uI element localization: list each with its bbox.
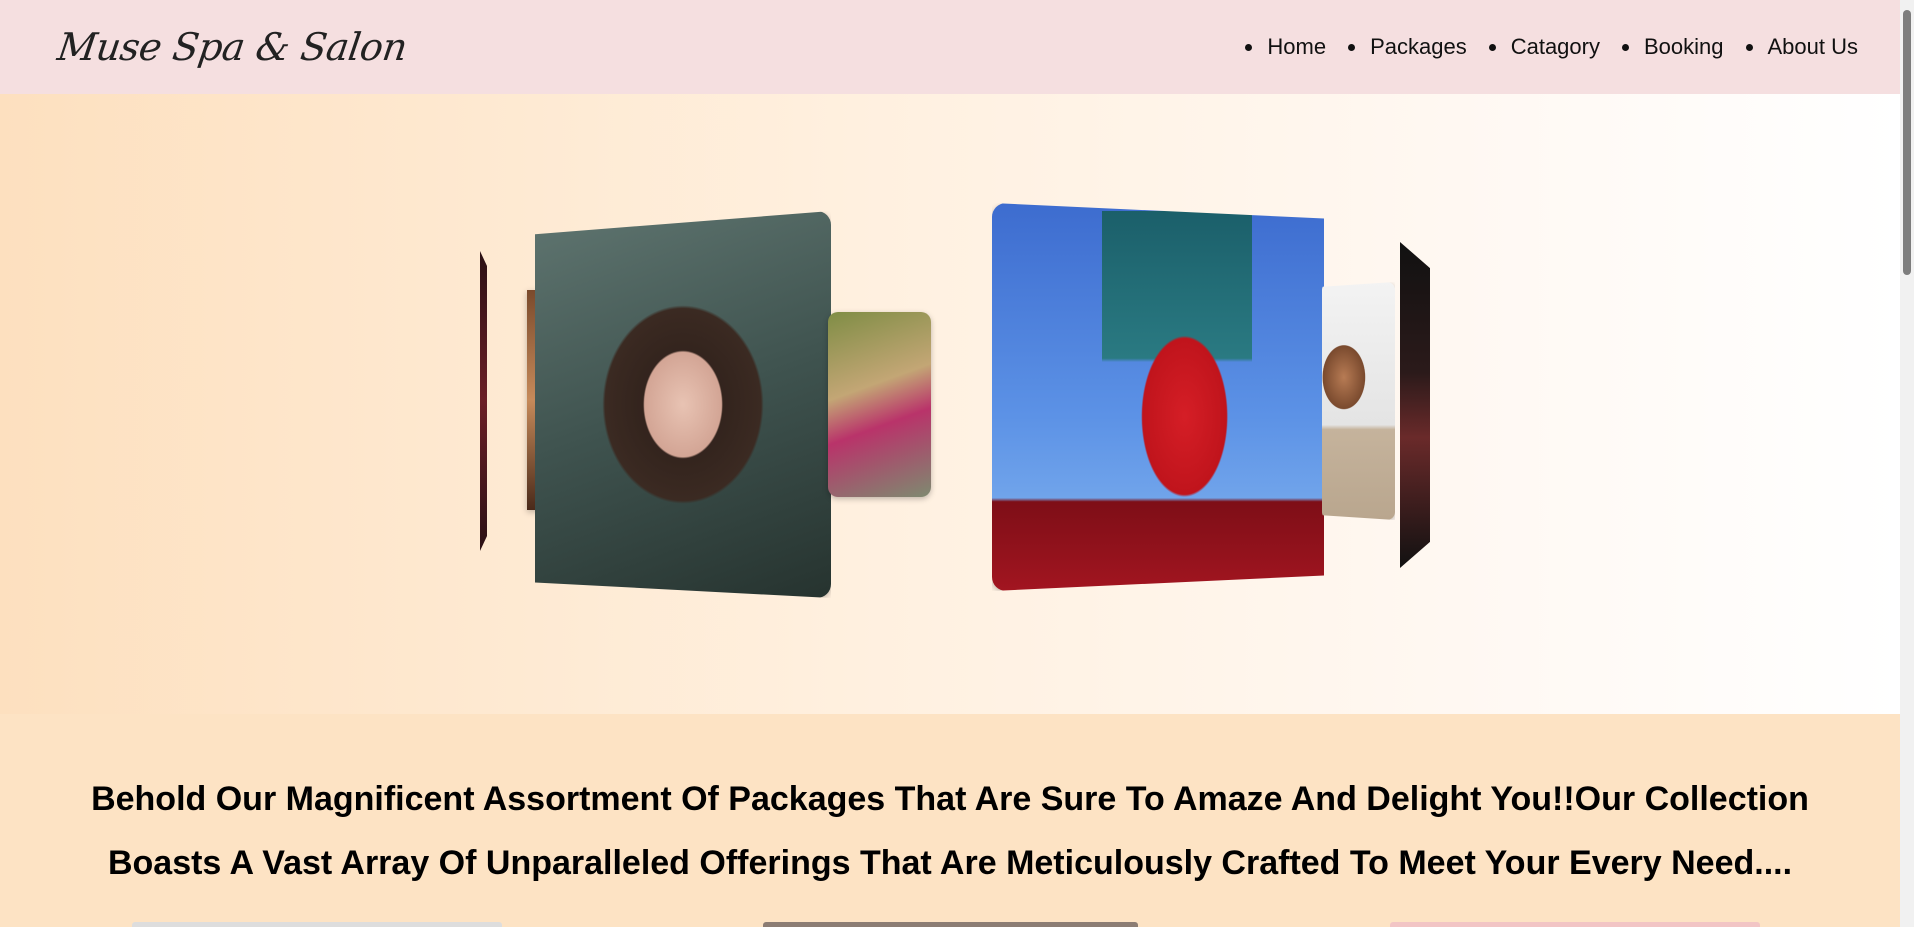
nav-item-packages[interactable]: Packages xyxy=(1348,34,1467,60)
carousel-image-far-left[interactable] xyxy=(480,251,487,551)
nav-item-category[interactable]: Catagory xyxy=(1488,34,1600,60)
nav-item-booking[interactable]: Booking xyxy=(1621,34,1724,60)
carousel-image-far-right[interactable] xyxy=(1400,242,1430,568)
packages-intro: Behold Our Magnificent Assortment Of Pac… xyxy=(0,714,1900,927)
nav-item-label: Home xyxy=(1267,34,1327,59)
nav-item-label: Booking xyxy=(1643,34,1724,59)
brand-logo[interactable]: Muse Spa & Salon xyxy=(55,25,410,69)
navbar: Muse Spa & Salon Home Packages Catagory … xyxy=(0,0,1900,94)
nav-item-home[interactable]: Home xyxy=(1245,34,1326,60)
bullet-icon xyxy=(1621,43,1629,51)
package-card-2[interactable] xyxy=(763,922,1138,927)
package-card-1[interactable] xyxy=(132,922,502,927)
bullet-icon xyxy=(1745,43,1753,51)
nav-item-label: Packages xyxy=(1370,34,1467,59)
carousel-image-woman-red-outfit[interactable] xyxy=(992,203,1324,591)
scrollbar[interactable] xyxy=(1900,0,1914,927)
bullet-icon xyxy=(1488,43,1496,51)
carousel-image-woman-fur-hood[interactable] xyxy=(535,211,831,598)
scrollbar-thumb[interactable] xyxy=(1903,10,1911,275)
package-card-3[interactable] xyxy=(1390,922,1760,927)
bullet-icon xyxy=(1348,43,1356,51)
nav-item-label: About Us xyxy=(1767,34,1859,59)
carousel-image-curly-hair-woman[interactable] xyxy=(1322,282,1395,520)
bullet-icon xyxy=(1245,43,1253,51)
nav-menu: Home Packages Catagory Booking About Us xyxy=(1245,34,1858,60)
packages-intro-text: Behold Our Magnificent Assortment Of Pac… xyxy=(91,780,1809,882)
nav-item-about-us[interactable]: About Us xyxy=(1745,34,1859,60)
hero-carousel xyxy=(0,94,1900,714)
carousel-image-spa-treatment[interactable] xyxy=(828,312,931,497)
nav-item-label: Catagory xyxy=(1510,34,1600,59)
